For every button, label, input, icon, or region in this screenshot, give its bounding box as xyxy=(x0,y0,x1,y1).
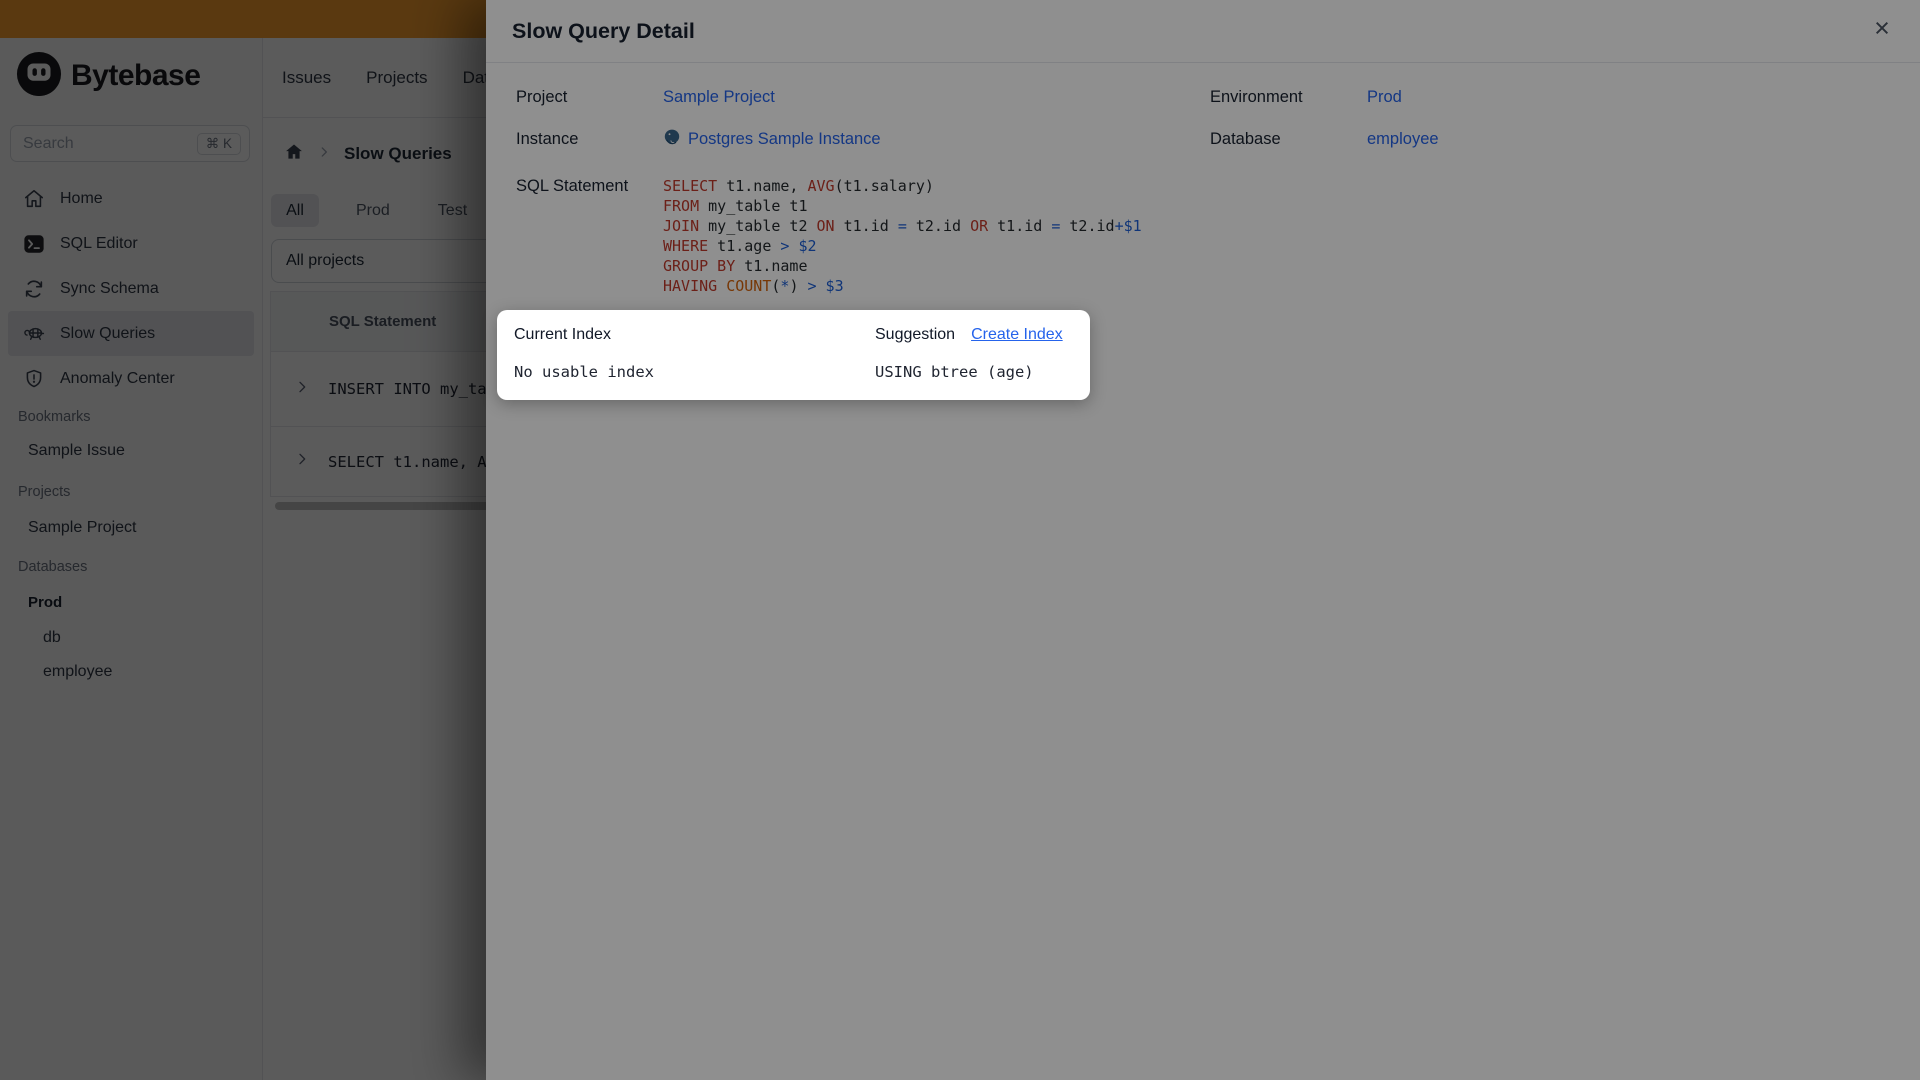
index-card-labels-row: Current Index Suggestion Create Index xyxy=(514,324,1090,345)
suggestion-label: Suggestion xyxy=(875,325,956,343)
create-index-link[interactable]: Create Index xyxy=(971,326,1063,344)
current-index-value: No usable index xyxy=(514,362,654,381)
index-card-values-row: No usable index USING btree (age) xyxy=(514,361,1090,382)
current-index-label: Current Index xyxy=(514,325,611,343)
screen: Bytebase Search ⌘ K Home SQL Editor Sync… xyxy=(0,0,1920,1080)
highlight-backdrop[interactable] xyxy=(0,0,1920,1080)
suggestion-value: USING btree (age) xyxy=(875,362,1034,381)
index-advisor-card: Current Index Suggestion Create Index No… xyxy=(497,310,1090,400)
